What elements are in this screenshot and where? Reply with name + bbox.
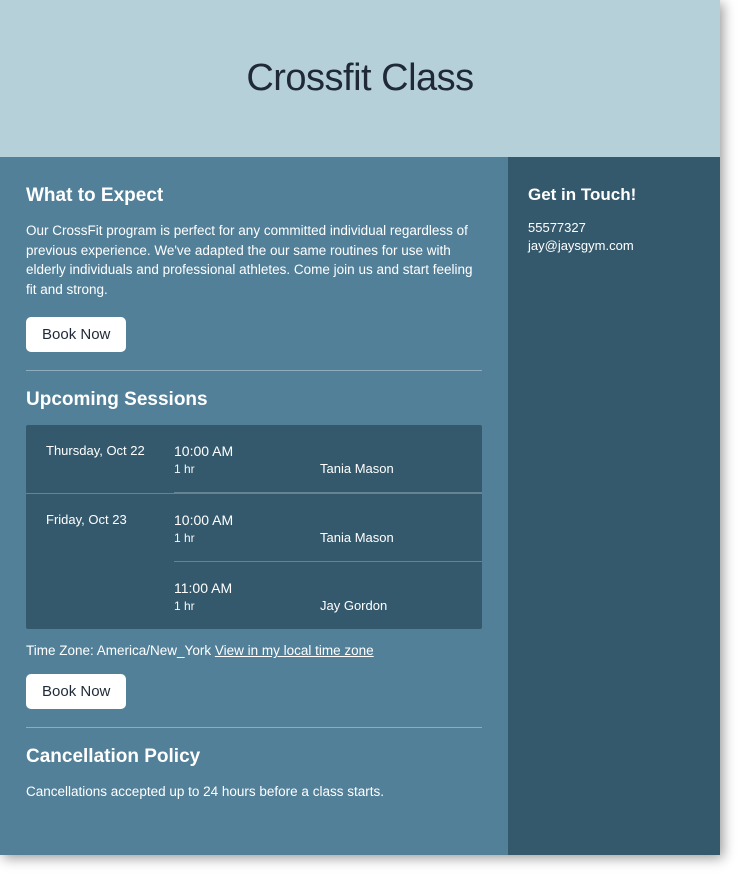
- contact-heading: Get in Touch!: [528, 185, 700, 205]
- session-duration: 1 hr: [174, 531, 320, 545]
- contact-phone: 55577327: [528, 219, 700, 237]
- session-instructor: Jay Gordon: [320, 580, 387, 613]
- session-instructor: Tania Mason: [320, 443, 394, 476]
- session-slot: 10:00 AM 1 hr Tania Mason: [174, 425, 482, 493]
- timezone-label: Time Zone: America/New_York: [26, 643, 211, 658]
- main-content: What to Expect Our CrossFit program is p…: [0, 157, 508, 855]
- sidebar: Get in Touch! 55577327 jay@jaysgym.com: [508, 157, 720, 855]
- session-date: Thursday, Oct 22: [46, 425, 174, 493]
- what-to-expect-heading: What to Expect: [26, 185, 482, 207]
- session-instructor: Tania Mason: [320, 512, 394, 545]
- divider: [26, 727, 482, 728]
- page-title: Crossfit Class: [246, 57, 473, 100]
- sessions-table: Thursday, Oct 22 10:00 AM 1 hr Tania Mas…: [26, 425, 482, 629]
- contact-email: jay@jaysgym.com: [528, 237, 700, 255]
- what-to-expect-description: Our CrossFit program is perfect for any …: [26, 221, 482, 299]
- divider: [26, 370, 482, 371]
- cancellation-text: Cancellations accepted up to 24 hours be…: [26, 782, 482, 802]
- session-row: Thursday, Oct 22 10:00 AM 1 hr Tania Mas…: [26, 425, 482, 494]
- session-duration: 1 hr: [174, 599, 320, 613]
- session-time: 10:00 AM: [174, 443, 320, 459]
- upcoming-sessions-heading: Upcoming Sessions: [26, 389, 482, 411]
- book-now-button-bottom[interactable]: Book Now: [26, 674, 126, 709]
- session-date: Friday, Oct 23: [46, 494, 174, 629]
- page-header: Crossfit Class: [0, 0, 720, 157]
- session-duration: 1 hr: [174, 462, 320, 476]
- cancellation-heading: Cancellation Policy: [26, 746, 482, 768]
- timezone-link[interactable]: View in my local time zone: [215, 643, 374, 658]
- session-time: 11:00 AM: [174, 580, 320, 596]
- timezone-row: Time Zone: America/New_York View in my l…: [26, 643, 482, 658]
- session-slot: 11:00 AM 1 hr Jay Gordon: [174, 562, 482, 629]
- session-row: Friday, Oct 23 10:00 AM 1 hr Tania Mason…: [26, 494, 482, 629]
- book-now-button-top[interactable]: Book Now: [26, 317, 126, 352]
- session-time: 10:00 AM: [174, 512, 320, 528]
- session-slot: 10:00 AM 1 hr Tania Mason: [174, 494, 482, 562]
